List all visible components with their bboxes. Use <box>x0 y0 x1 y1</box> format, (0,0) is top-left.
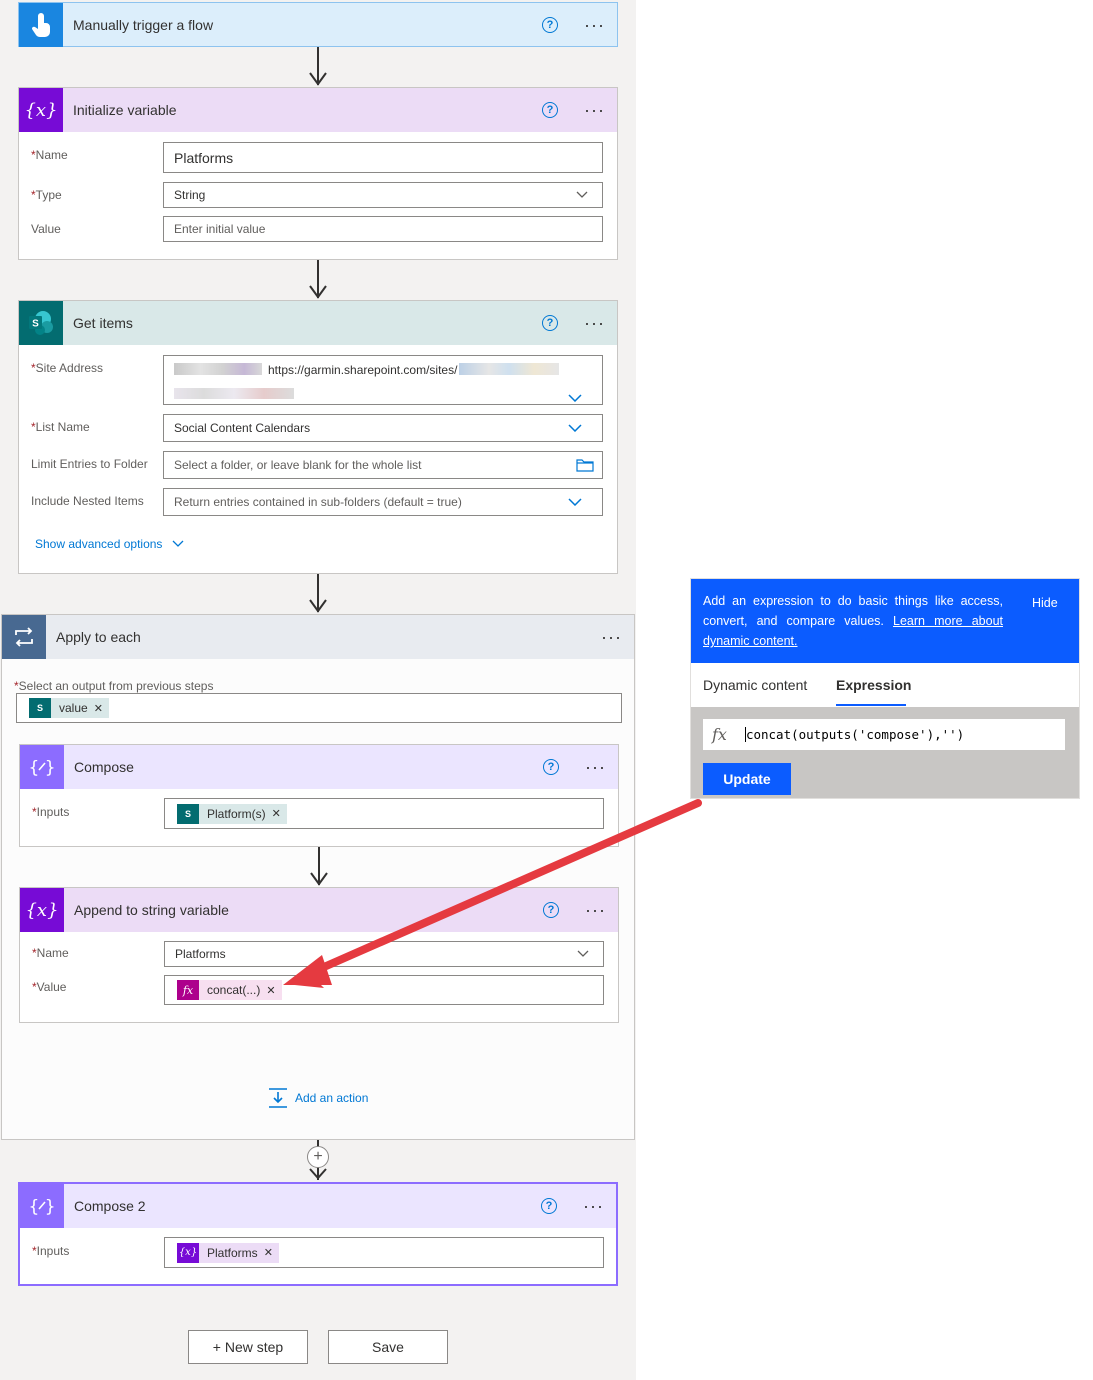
annotation-arrow <box>283 799 702 988</box>
